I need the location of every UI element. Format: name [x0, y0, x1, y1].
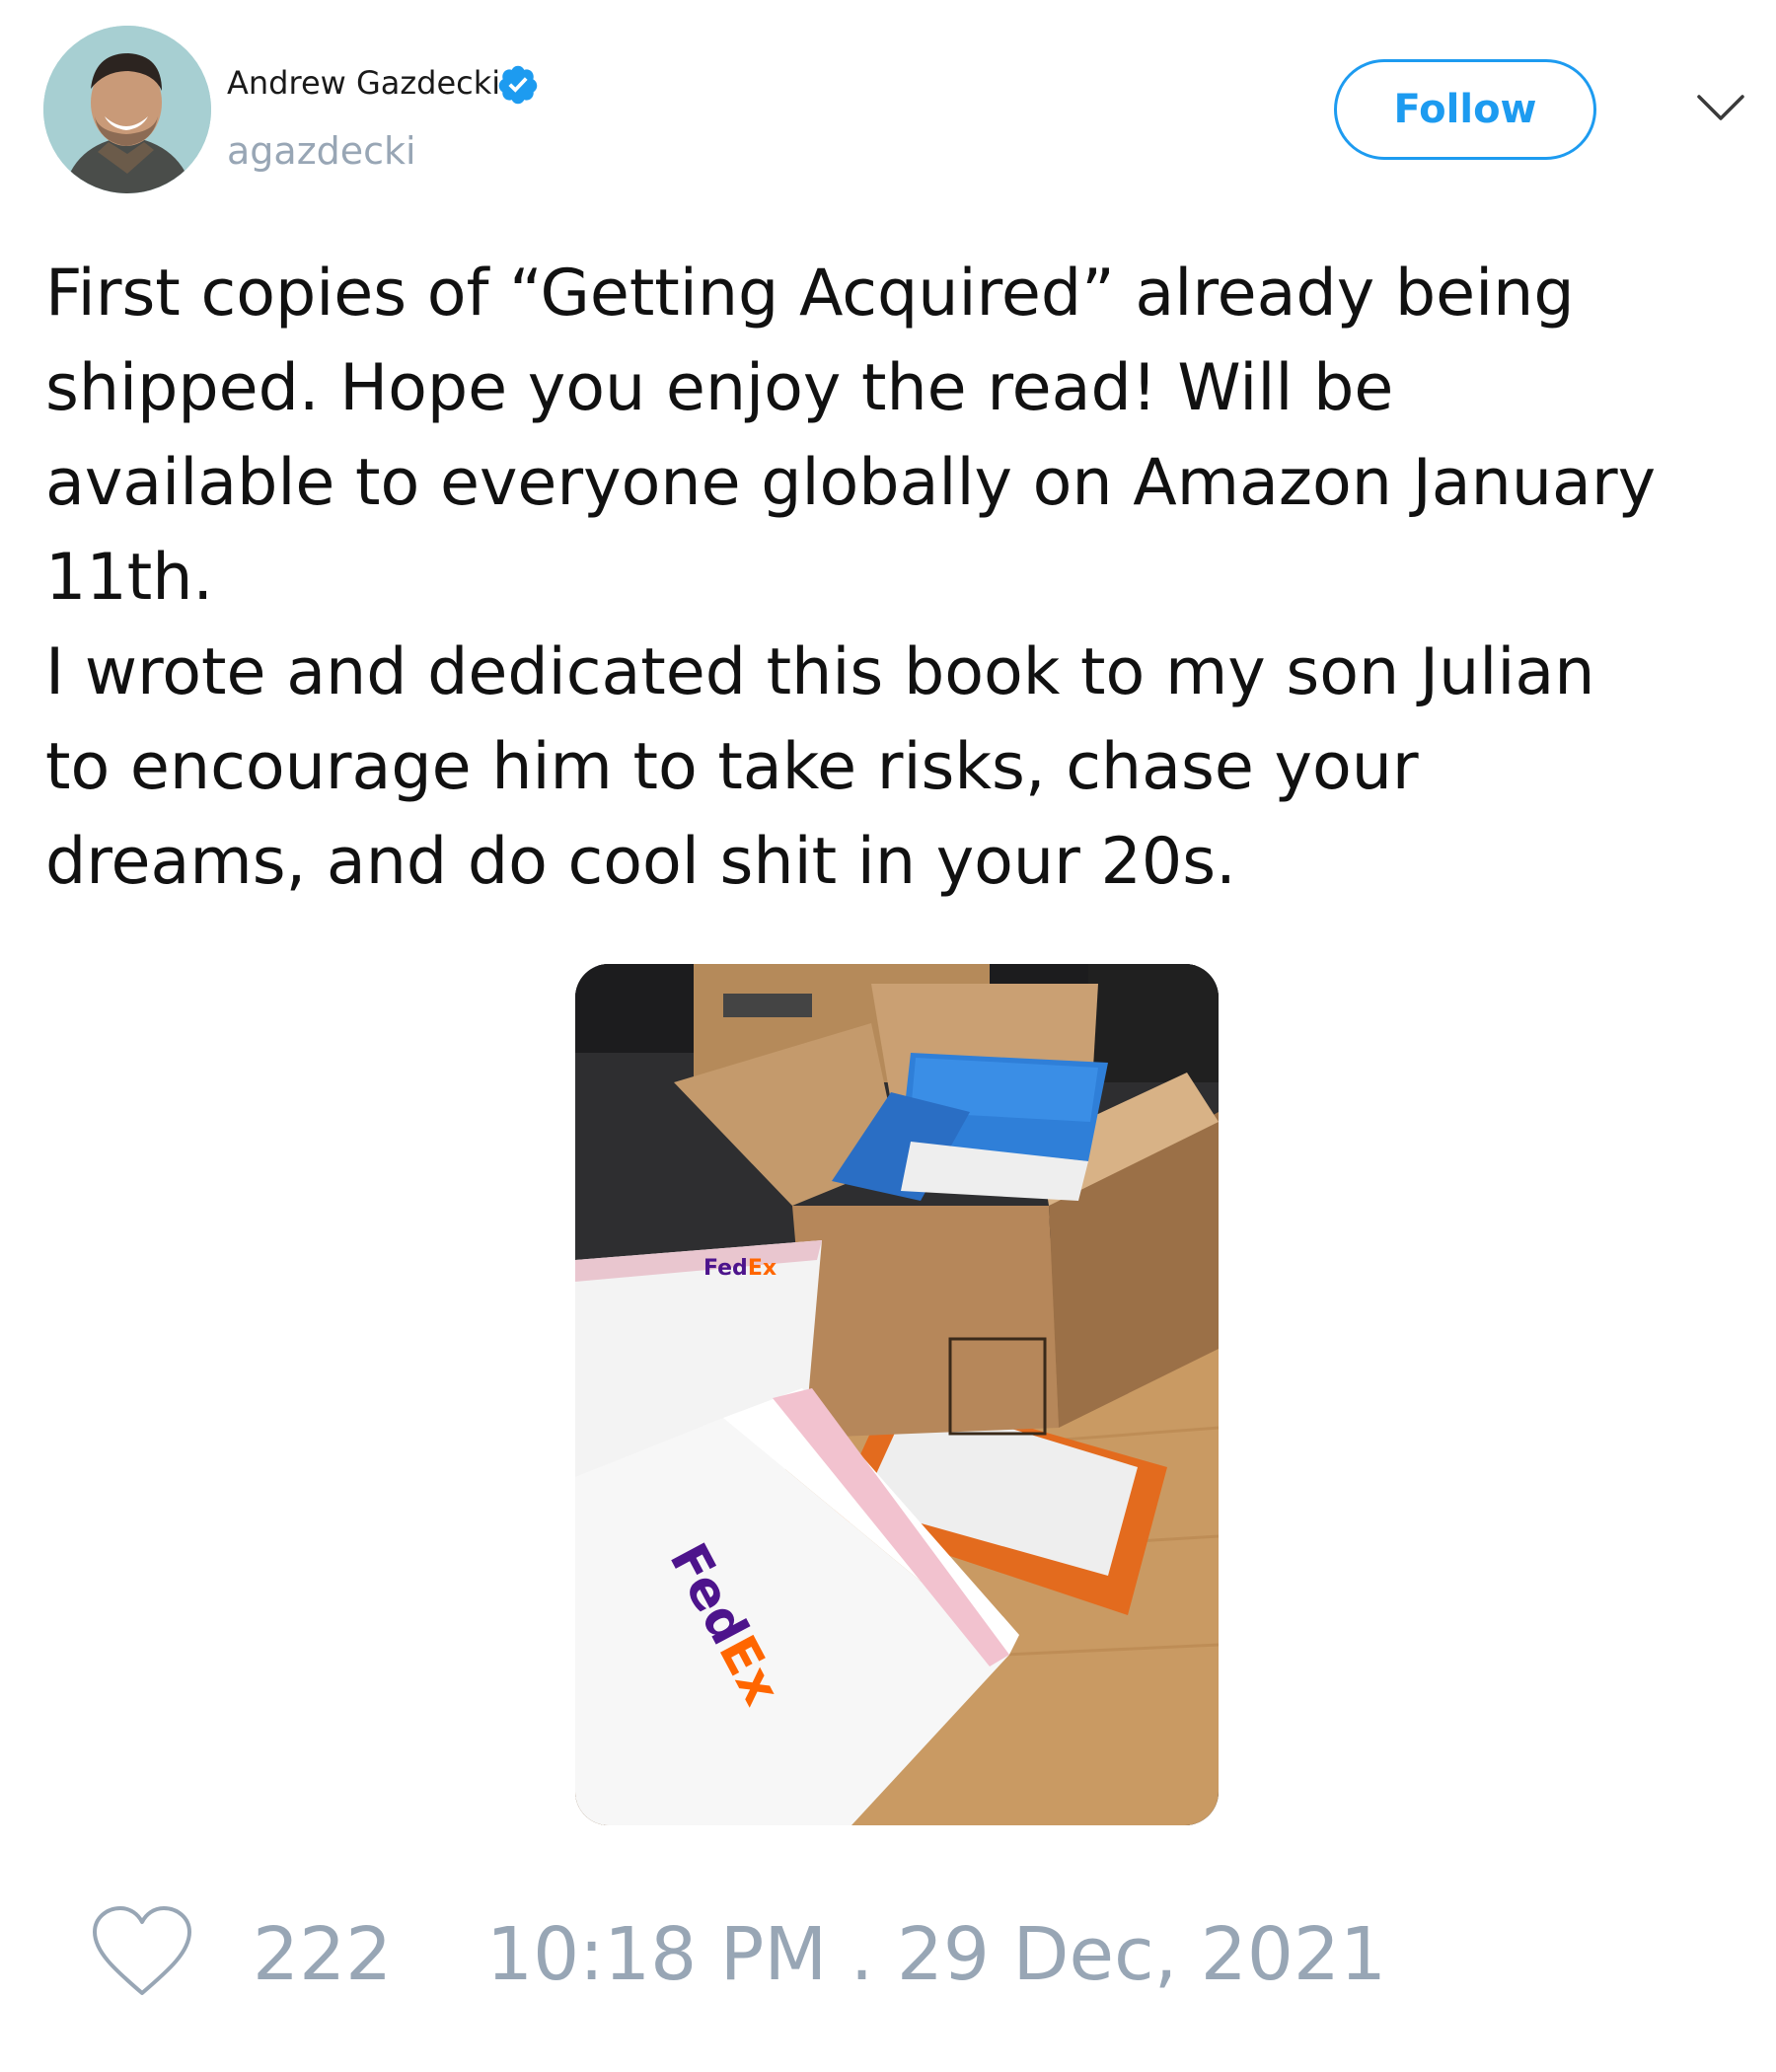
svg-text:FedEx: FedEx [703, 1256, 777, 1281]
tweet-line: I wrote and dedicated this book to my so… [45, 635, 1595, 709]
photo-illustration: FedEx FedEx [575, 964, 1219, 1825]
tweet-timestamp[interactable]: 10:18 PM . 29 Dec, 2021 [486, 1910, 1386, 1999]
follow-button[interactable]: Follow [1334, 59, 1596, 160]
tweet-photo[interactable]: FedEx FedEx [575, 964, 1219, 1825]
tweet-line: available to everyone globally on Amazon… [45, 446, 1657, 520]
like-count[interactable]: 222 [253, 1910, 392, 1999]
tweet-card: Andrew Gazdecki agazdecki Follow First c… [0, 0, 1776, 2072]
avatar[interactable] [43, 26, 211, 193]
tweet-line: dreams, and do cool shit in your 20s. [45, 825, 1236, 899]
tweet-text: First copies of “Getting Acquired” alrea… [45, 247, 1762, 910]
chevron-down-icon[interactable] [1695, 87, 1746, 126]
author-handle[interactable]: agazdecki [227, 128, 416, 174]
tweet-line: shipped. Hope you enjoy the read! Will b… [45, 351, 1394, 425]
tweet-line: First copies of “Getting Acquired” alrea… [45, 257, 1575, 331]
tweet-line: to encourage him to take risks, chase yo… [45, 730, 1419, 804]
tweet-line: 11th. [45, 541, 214, 615]
author-display-name[interactable]: Andrew Gazdecki [227, 63, 500, 103]
heart-icon[interactable] [89, 1904, 195, 1999]
verified-badge-icon [498, 65, 538, 105]
